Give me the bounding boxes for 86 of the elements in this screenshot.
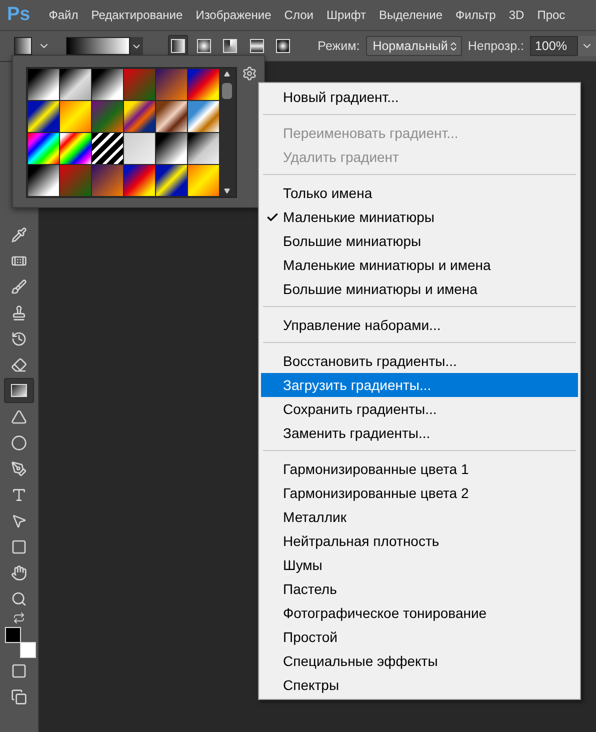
menu-item[interactable]: Редактирование xyxy=(84,8,190,22)
menu-option[interactable]: Гармонизированные цвета 1 xyxy=(261,457,578,481)
gradient-swatch[interactable] xyxy=(28,165,59,196)
menu-option[interactable]: Спектры xyxy=(261,673,578,697)
gradient-swatch[interactable] xyxy=(188,101,219,132)
type-icon xyxy=(11,486,27,502)
menu-option[interactable]: Нейтральная плотность xyxy=(261,529,578,553)
gradient-swatch[interactable] xyxy=(188,133,219,164)
gradient-swatch[interactable] xyxy=(92,165,123,196)
scroll-thumb[interactable] xyxy=(222,83,232,99)
menu-item[interactable]: Шрифт xyxy=(320,8,372,22)
gradient-swatch[interactable] xyxy=(60,101,91,132)
tool-preset-button[interactable] xyxy=(14,37,32,55)
tool-button[interactable] xyxy=(4,378,34,403)
menu-option[interactable]: Простой xyxy=(261,625,578,649)
menu-option[interactable]: Гармонизированные цвета 2 xyxy=(261,481,578,505)
gradient-swatch[interactable] xyxy=(28,69,59,100)
menu-option[interactable]: Специальные эффекты xyxy=(261,649,578,673)
gradient-swatch[interactable] xyxy=(124,133,155,164)
background-color-swatch[interactable] xyxy=(20,642,36,658)
zoom-icon xyxy=(11,590,27,606)
menu-option[interactable]: Маленькие миниатюры xyxy=(261,205,578,229)
menu-option[interactable]: Шумы xyxy=(261,553,578,577)
gradient-swatch[interactable] xyxy=(124,101,155,132)
menu-item[interactable]: Выделение xyxy=(372,8,450,22)
gradient-swatch[interactable] xyxy=(92,101,123,132)
gradient-swatch[interactable] xyxy=(92,69,123,100)
gradient-swatch[interactable] xyxy=(28,101,59,132)
menu-option[interactable]: Металлик xyxy=(261,505,578,529)
menu-option[interactable]: Большие миниатюры xyxy=(261,229,578,253)
eraser-icon xyxy=(11,356,27,372)
settings-icon[interactable] xyxy=(242,66,257,81)
foreground-color-swatch[interactable] xyxy=(5,627,21,643)
gradient-swatch[interactable] xyxy=(60,165,91,196)
gradient-swatch[interactable] xyxy=(156,133,187,164)
gradient-swatch[interactable] xyxy=(156,165,187,196)
opacity-field[interactable]: 100% xyxy=(530,36,578,56)
stacked-windows-icon xyxy=(11,688,27,704)
square-icon xyxy=(11,662,27,678)
menu-option[interactable]: Маленькие миниатюры и имена xyxy=(261,253,578,277)
swap-colors-icon[interactable] xyxy=(13,612,25,624)
opacity-dropdown-button[interactable] xyxy=(578,36,596,56)
menu-item[interactable]: Изображение xyxy=(189,8,278,22)
menu-option[interactable]: Новый градиент... xyxy=(261,85,578,109)
gradient-swatch[interactable] xyxy=(124,69,155,100)
mode-label: Режим: xyxy=(318,39,360,53)
app-logo: Ps xyxy=(6,4,32,26)
gradient-swatch[interactable] xyxy=(188,69,219,100)
menu-option[interactable]: Восстановить градиенты... xyxy=(261,349,578,373)
gradient-swatch[interactable] xyxy=(188,165,219,196)
opacity-label: Непрозр.: xyxy=(468,39,524,53)
gradient-swatch[interactable] xyxy=(60,133,91,164)
gradient-swatch[interactable] xyxy=(28,133,59,164)
menu-item[interactable]: Файл xyxy=(42,8,85,22)
menu-option[interactable]: Заменить градиенты... xyxy=(261,421,578,445)
gradient-icon xyxy=(11,384,27,397)
menu-option[interactable]: Управление наборами... xyxy=(261,313,578,337)
rectangle-icon xyxy=(11,538,27,554)
menu-item[interactable]: 3D xyxy=(502,8,531,22)
pen-icon xyxy=(11,460,27,476)
menu-option[interactable]: Фотографическое тонирование xyxy=(261,601,578,625)
brush-icon xyxy=(11,278,27,294)
mode-select[interactable]: Нормальный xyxy=(366,36,462,56)
scrollbar[interactable] xyxy=(219,69,235,196)
gradient-type-button[interactable] xyxy=(168,35,188,57)
menu-option[interactable]: Пастель xyxy=(261,577,578,601)
stamp-icon xyxy=(11,304,27,320)
menu-item[interactable]: Слои xyxy=(278,8,320,22)
gradient-swatch[interactable] xyxy=(92,133,123,164)
hand-icon xyxy=(11,564,27,580)
menu-option[interactable]: Загрузить градиенты... xyxy=(261,373,578,397)
gradient-dropdown-button[interactable] xyxy=(130,37,144,55)
menu-item[interactable]: Прос xyxy=(530,8,572,22)
gradient-preview[interactable] xyxy=(66,37,130,55)
menu-option[interactable]: Только имена xyxy=(261,181,578,205)
cursor-arrow-icon xyxy=(11,512,27,528)
gradient-swatch[interactable] xyxy=(124,165,155,196)
down-arrow-icon[interactable] xyxy=(224,188,230,194)
menu-option[interactable]: Большие миниатюры и имена xyxy=(261,277,578,301)
gradient-swatch[interactable] xyxy=(156,69,187,100)
menu-item[interactable]: Фильтр xyxy=(449,8,502,22)
gradient-swatch[interactable] xyxy=(156,101,187,132)
eyedropper-icon xyxy=(11,226,27,242)
menu-option[interactable]: Сохранить градиенты... xyxy=(261,397,578,421)
gradient-swatch[interactable] xyxy=(60,69,91,100)
up-arrow-icon[interactable] xyxy=(224,71,230,77)
